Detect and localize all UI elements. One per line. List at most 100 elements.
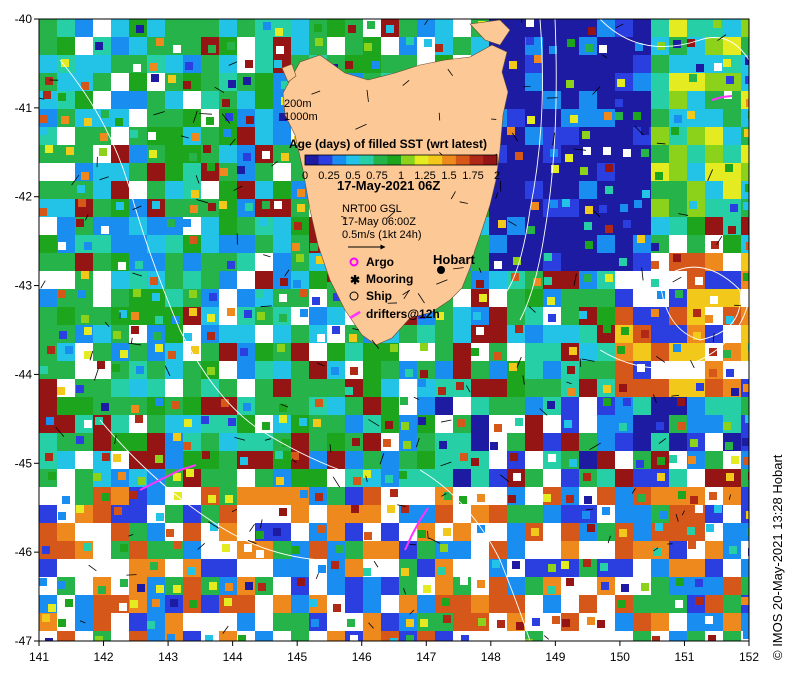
sst-cell bbox=[363, 568, 371, 576]
sst-cell bbox=[728, 226, 736, 234]
sst-cell bbox=[705, 415, 723, 433]
sst-cell bbox=[714, 63, 722, 71]
sst-cell bbox=[348, 25, 356, 33]
sst-cell bbox=[743, 273, 749, 281]
sst-cell bbox=[333, 604, 341, 612]
sst-cell bbox=[62, 496, 70, 504]
sst-cell bbox=[507, 541, 525, 559]
sst-cell bbox=[309, 599, 317, 607]
sst-cell bbox=[363, 577, 381, 595]
sst-cell bbox=[687, 415, 705, 433]
sst-cell bbox=[621, 584, 629, 592]
sst-cell bbox=[75, 91, 93, 109]
sst-cell bbox=[291, 595, 309, 613]
sst-cell bbox=[741, 163, 749, 181]
sst-cell bbox=[165, 415, 183, 433]
sst-cell bbox=[129, 271, 147, 289]
sst-cell bbox=[364, 43, 372, 51]
sst-cell bbox=[651, 73, 669, 91]
sst-cell bbox=[275, 451, 283, 459]
sst-cell bbox=[93, 181, 111, 199]
sst-cell bbox=[597, 127, 615, 145]
sst-cell bbox=[201, 469, 219, 487]
sst-cell bbox=[669, 91, 687, 109]
sst-cell bbox=[453, 613, 471, 631]
depth-label-200m: 200m bbox=[284, 98, 312, 110]
sst-cell bbox=[296, 254, 304, 262]
sst-cell bbox=[173, 585, 181, 593]
sst-cell bbox=[39, 19, 57, 37]
sst-cell bbox=[165, 19, 183, 37]
sst-cell bbox=[478, 618, 486, 626]
sst-cell bbox=[203, 145, 211, 153]
lon-tick-label: 144 bbox=[223, 650, 243, 664]
sst-cell bbox=[657, 457, 665, 465]
sst-cell bbox=[633, 19, 651, 37]
sst-cell bbox=[78, 457, 86, 465]
sst-cell bbox=[651, 595, 669, 613]
sst-cell bbox=[651, 577, 669, 595]
lat-tick-label: -46 bbox=[15, 545, 33, 559]
sst-cell bbox=[641, 330, 649, 338]
sst-cell bbox=[399, 19, 417, 37]
sst-cell bbox=[81, 315, 89, 323]
sst-cell bbox=[255, 631, 273, 641]
sst-cell bbox=[726, 473, 734, 481]
sst-cell bbox=[543, 469, 561, 487]
sst-cell bbox=[687, 235, 705, 253]
sst-cell bbox=[277, 344, 285, 352]
sst-cell bbox=[381, 595, 399, 613]
sst-cell bbox=[64, 24, 72, 32]
sst-cell bbox=[489, 325, 507, 343]
sst-cell bbox=[456, 365, 464, 373]
sst-cell bbox=[562, 619, 570, 627]
sst-cell bbox=[633, 433, 651, 451]
sst-cell bbox=[291, 397, 309, 415]
sst-cell bbox=[363, 415, 381, 433]
sst-cell bbox=[165, 325, 183, 343]
sst-cell bbox=[45, 145, 53, 153]
sst-cell bbox=[246, 116, 254, 124]
sst-cell bbox=[152, 293, 160, 301]
sst-cell bbox=[507, 397, 525, 415]
sst-cell bbox=[399, 451, 417, 469]
sst-cell bbox=[201, 433, 209, 441]
sst-cell bbox=[653, 548, 661, 556]
sst-cell bbox=[705, 379, 723, 397]
sst-cell bbox=[309, 541, 327, 559]
sst-cell bbox=[78, 290, 86, 298]
sst-cell bbox=[273, 577, 291, 595]
sst-cell bbox=[93, 473, 101, 481]
sst-cell bbox=[741, 253, 749, 271]
city-label-hobart: Hobart bbox=[433, 252, 476, 267]
sst-cell bbox=[111, 91, 129, 109]
sst-cell bbox=[147, 181, 165, 199]
sst-cell bbox=[75, 595, 93, 613]
sst-cell bbox=[219, 523, 237, 541]
sst-cell bbox=[381, 361, 399, 379]
sst-cell bbox=[262, 151, 270, 159]
sst-cell bbox=[147, 415, 165, 433]
sst-cell bbox=[309, 307, 327, 325]
sst-cell bbox=[57, 387, 65, 395]
sst-cell bbox=[95, 417, 103, 425]
sst-cell bbox=[363, 397, 381, 415]
sst-cell bbox=[57, 253, 75, 271]
legend-item-mooring: ✱ Mooring bbox=[350, 272, 413, 287]
sst-cell bbox=[291, 523, 309, 541]
sst-cell bbox=[237, 613, 255, 631]
sst-cell bbox=[489, 631, 507, 641]
sst-cell bbox=[543, 631, 561, 641]
sst-cell bbox=[102, 453, 110, 461]
sst-cell bbox=[93, 163, 111, 181]
sst-cell bbox=[255, 163, 273, 181]
sst-cell bbox=[543, 523, 561, 541]
sst-cell bbox=[492, 560, 500, 568]
sst-cell bbox=[651, 199, 669, 217]
sst-cell bbox=[705, 199, 723, 217]
sst-cell bbox=[400, 397, 408, 405]
sst-cell bbox=[579, 253, 597, 271]
sst-cell bbox=[455, 524, 463, 532]
sst-cell bbox=[390, 638, 398, 641]
sst-cell bbox=[507, 433, 525, 451]
